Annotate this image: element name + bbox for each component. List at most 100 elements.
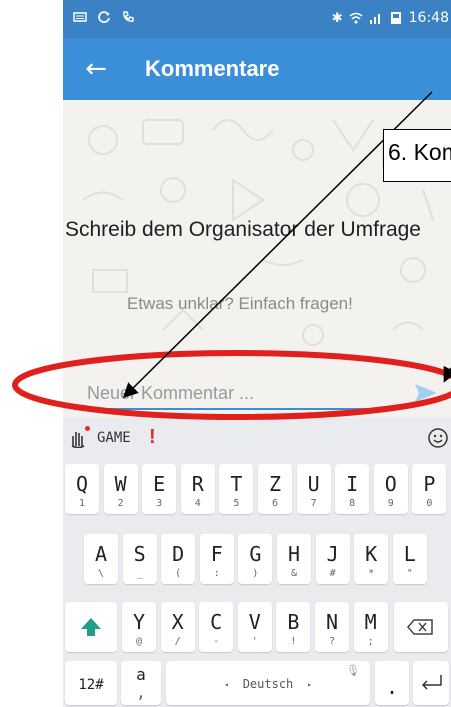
app-bar: ← Kommentare [63, 38, 451, 100]
page-title: Kommentare [145, 56, 280, 81]
alert-mark: ! [149, 426, 156, 448]
key-q[interactable]: Q1 [65, 464, 99, 514]
key-y-label: Y [132, 610, 146, 634]
key-u-sublabel: 7 [310, 498, 317, 509]
comma-key[interactable]: a, [121, 661, 161, 705]
key-v[interactable]: V ' [237, 602, 272, 652]
backspace-icon [407, 619, 433, 635]
battery-icon [390, 12, 401, 24]
key-m-sublabel: ; [367, 636, 374, 647]
key-k[interactable]: K * [354, 534, 389, 584]
game-label[interactable]: GAME [97, 430, 131, 446]
key-c-sublabel: - [213, 636, 220, 647]
key-m-label: M [364, 610, 377, 634]
key-l-label: L [403, 542, 416, 566]
key-r[interactable]: R4 [180, 464, 215, 514]
key-h-sublabel: & [290, 568, 298, 579]
send-icon[interactable] [413, 380, 439, 406]
key-t[interactable]: T5 [219, 464, 254, 514]
hand-gesture-icon[interactable] [69, 428, 87, 448]
key-t-label: T [230, 472, 243, 496]
key-i[interactable]: I8 [335, 464, 370, 514]
key-o-sublabel: 9 [387, 498, 394, 509]
key-e-sublabel: 3 [156, 498, 163, 509]
comment-input-row [63, 362, 451, 418]
key-d-label: D [172, 542, 185, 566]
key-n-sublabel: ? [328, 636, 336, 647]
wifi-icon [349, 12, 363, 24]
key-e-label: E [153, 472, 166, 496]
phone-icon [123, 11, 134, 22]
emoji-icon[interactable] [427, 427, 449, 449]
notification-dot [85, 426, 90, 431]
key-h[interactable]: H & [277, 534, 311, 584]
key-d[interactable]: D( [161, 534, 196, 584]
status-time: 16:48 [408, 10, 449, 26]
key-s-label: S [133, 542, 146, 566]
key-j[interactable]: J # [315, 534, 350, 584]
key-k-label: K [365, 542, 378, 566]
key-f-label: F [210, 542, 223, 566]
key-v-sublabel: ' [251, 636, 258, 647]
key-z[interactable]: Z6 [258, 464, 292, 514]
period-key-label: . [385, 675, 399, 699]
key-u[interactable]: U7 [296, 464, 331, 514]
key-s[interactable]: S _ [122, 534, 157, 584]
key-e[interactable]: E3 [142, 464, 177, 514]
key-i-label: I [346, 472, 359, 496]
key-g[interactable]: G) [238, 534, 273, 584]
numbers-key[interactable]: 12# [65, 661, 117, 705]
key-g-sublabel: ) [252, 568, 259, 579]
key-l[interactable]: L " [392, 534, 427, 584]
key-z-sublabel: 6 [271, 498, 279, 509]
annotation-label-box: 6. Kommentar [383, 129, 451, 182]
keyboard: GAME ! Q 1 W 2 E 3 R 4 T 5 Z 6 U 7 I 8 O 9 P 0 A \ S _ D(F: G) H & J… [63, 418, 451, 707]
key-l-sublabel: " [406, 568, 413, 579]
space-key-label: Deutsch [242, 677, 294, 691]
key-n-label: N [325, 610, 339, 634]
key-w-sublabel: 2 [117, 498, 124, 509]
key-g-label: G [249, 542, 262, 566]
key-n[interactable]: N? [315, 602, 349, 652]
enter-key[interactable] [413, 661, 449, 705]
key-s-sublabel: _ [136, 568, 143, 579]
key-c-label: C [210, 610, 223, 634]
key-a[interactable]: A \ [84, 534, 118, 584]
key-b[interactable]: B! [276, 602, 311, 652]
backspace-key[interactable] [394, 602, 448, 652]
key-m[interactable]: M; [353, 602, 388, 652]
key-p-label: P [423, 472, 436, 496]
key-y[interactable]: Y @ [122, 602, 156, 652]
key-z-label: Z [268, 472, 282, 496]
back-arrow-icon[interactable]: ← [81, 54, 111, 84]
key-p-sublabel: 0 [426, 498, 433, 509]
key-f-sublabel: : [213, 568, 220, 579]
key-o[interactable]: O9 [373, 464, 408, 514]
status-bar: ✱ 16:48 [63, 0, 451, 38]
key-p[interactable]: P0 [412, 464, 447, 514]
language-left-icon: ◂ [224, 680, 229, 689]
key-a-label: A [94, 542, 108, 566]
comma-key-sublabel: , [136, 683, 146, 702]
key-w[interactable]: W2 [103, 464, 138, 514]
key-r-sublabel: 4 [194, 498, 201, 509]
subtitle: Etwas unklar? Einfach fragen! [127, 294, 353, 313]
comma-key-label: a [136, 665, 146, 684]
comment-input[interactable] [85, 378, 395, 410]
key-j-label: J [326, 542, 339, 566]
key-h-label: H [287, 542, 301, 566]
space-key[interactable]: Deutsch 🎙 ◂ ▸ [166, 661, 370, 705]
period-key[interactable]: . [375, 661, 409, 705]
key-y-sublabel: @ [135, 636, 143, 647]
key-x[interactable]: X / [160, 602, 195, 652]
key-b-label: B [287, 610, 300, 634]
bluetooth-icon: ✱ [331, 10, 343, 26]
key-x-sublabel: / [174, 636, 181, 647]
shift-key[interactable] [65, 602, 117, 652]
key-x-label: X [171, 610, 184, 634]
enter-icon [421, 675, 442, 690]
key-w-label: W [114, 472, 127, 496]
key-c[interactable]: C- [199, 602, 234, 652]
heading: Schreib dem Organisator der Umfrage [65, 218, 421, 241]
key-f[interactable]: F: [199, 534, 234, 584]
